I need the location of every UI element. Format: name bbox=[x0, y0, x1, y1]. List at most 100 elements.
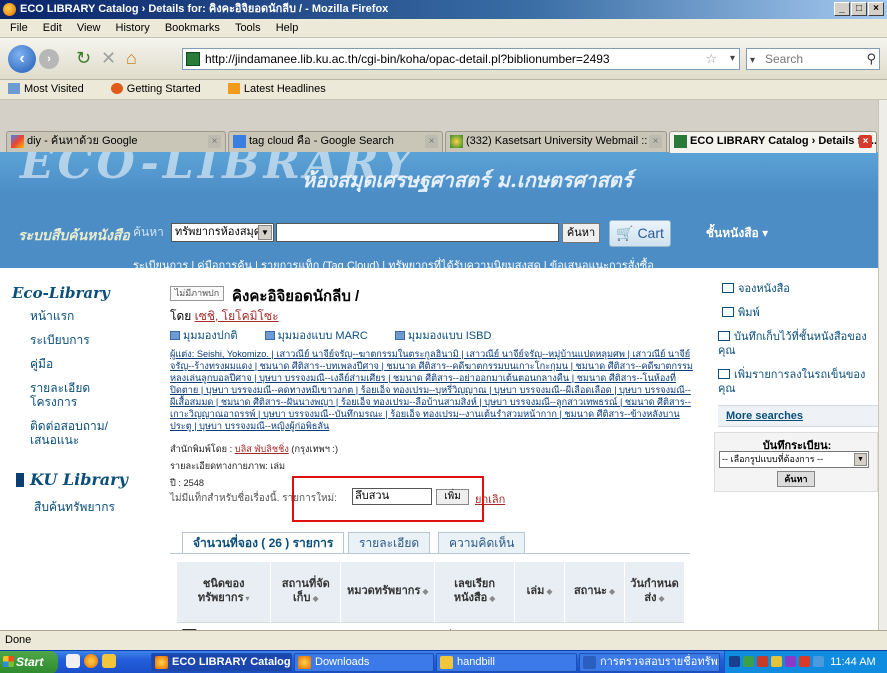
action-save-to-shelf[interactable]: บันทึกเก็บไว้ที่ชั้นหนังสือของคุณ bbox=[714, 330, 878, 358]
leftnav-contact[interactable]: ติดต่อสอบถาม/เสนอแนะ bbox=[30, 419, 122, 447]
tray-icon[interactable] bbox=[729, 656, 740, 667]
view-label: มุมมองแบบ MARC bbox=[277, 330, 368, 342]
tab-webmail[interactable]: (332) Kasetsart University Webmail :: ..… bbox=[445, 131, 667, 152]
tray-icon[interactable] bbox=[771, 656, 782, 667]
column-header[interactable]: เลขเรียกหนังสือ ◆ bbox=[434, 562, 516, 622]
show-desktop-icon[interactable] bbox=[66, 654, 80, 668]
menu-tools[interactable]: Tools bbox=[229, 19, 267, 37]
tray-icon[interactable] bbox=[743, 656, 754, 667]
back-button[interactable]: ‹ bbox=[8, 45, 36, 73]
ku-library-label: KU Library bbox=[30, 470, 128, 489]
tab-label: ECO LIBRARY Catalog › Details fo... bbox=[690, 135, 877, 147]
action-add-to-cart[interactable]: เพิ่มรายการลงในรถเข็นของคุณ bbox=[714, 368, 878, 396]
menu-bookmarks[interactable]: Bookmarks bbox=[159, 19, 226, 37]
header-label: วันกำหนดส่ง bbox=[630, 578, 679, 605]
leftnav-manual[interactable]: คู่มือ bbox=[30, 357, 122, 371]
menu-help[interactable]: Help bbox=[270, 19, 305, 37]
more-searches-link[interactable]: More searches bbox=[726, 410, 803, 422]
status-cell bbox=[564, 621, 625, 630]
taskbar-handbill[interactable]: handbill bbox=[436, 653, 577, 672]
leftnav-regulations[interactable]: ระเบียบการ bbox=[30, 333, 122, 347]
view-isbd[interactable]: มุมมองแบบ ISBD bbox=[394, 330, 504, 342]
start-button[interactable]: Start bbox=[0, 651, 58, 673]
minimize-button[interactable]: _ bbox=[834, 2, 850, 16]
save-format-select[interactable]: -- เลือกรูปแบบที่ต้องการ -- ▼ bbox=[719, 451, 869, 468]
quicklaunch-icon[interactable] bbox=[102, 654, 116, 668]
tab-google-tagcloud[interactable]: tag cloud คือ - Google Search × bbox=[228, 131, 443, 152]
status-bar: Done bbox=[0, 630, 887, 650]
column-header[interactable]: สถานที่จัดเก็บ ◆ bbox=[270, 562, 342, 622]
column-header[interactable]: หมวดทรัพยากร ◆ bbox=[340, 562, 436, 622]
reload-icon[interactable]: ↻ bbox=[76, 48, 91, 68]
url-bar[interactable]: http://jindamanee.lib.ku.ac.th/cgi-bin/k… bbox=[182, 48, 740, 70]
cart-button[interactable]: 🛒 Cart bbox=[609, 220, 671, 247]
view-normal[interactable]: มุมมองปกติ bbox=[170, 330, 250, 342]
shelf-button[interactable]: ชั้นหนังสือ ▾ bbox=[692, 220, 782, 247]
menu-history[interactable]: History bbox=[110, 19, 156, 37]
tab-comments[interactable]: ความคิดเห็น bbox=[438, 532, 526, 554]
tab-google-diy[interactable]: diy - ค้นหาด้วย Google × bbox=[6, 131, 226, 152]
subject-list-text: ผู้แต่ง: Seishi, Yokomizo. | เสาวณีย์ นา… bbox=[170, 349, 693, 431]
view-label: มุมมองแบบ ISBD bbox=[407, 330, 492, 342]
column-header[interactable]: ชนิดของทรัพยากร ▾ bbox=[177, 562, 272, 622]
tab-details[interactable]: รายละเอียด bbox=[348, 532, 431, 554]
action-print[interactable]: พิมพ์ bbox=[722, 306, 878, 320]
close-tab-icon[interactable]: × bbox=[649, 135, 662, 148]
home-icon[interactable]: ⌂ bbox=[126, 48, 137, 68]
url-dropdown-icon[interactable]: ▾ bbox=[730, 49, 735, 69]
forward-button[interactable]: › bbox=[39, 49, 59, 69]
menu-view[interactable]: View bbox=[71, 19, 107, 37]
firefox-quicklaunch-icon[interactable] bbox=[84, 654, 98, 668]
tray-icon[interactable] bbox=[785, 656, 796, 667]
action-label: พิมพ์ bbox=[738, 307, 760, 319]
leftnav-ku-search[interactable]: สืบค้นทรัพยากร bbox=[34, 498, 115, 517]
menu-file[interactable]: File bbox=[4, 19, 34, 37]
bookmark-getting-started[interactable]: Getting Started bbox=[110, 83, 213, 95]
column-header[interactable]: เล่ม ◆ bbox=[514, 562, 566, 622]
save-go-button[interactable]: ค้นหา bbox=[777, 471, 815, 487]
tray-icon[interactable] bbox=[757, 656, 768, 667]
subject-links[interactable]: ผู้แต่ง: Seishi, Yokomizo. | เสาวณีย์ นา… bbox=[170, 348, 696, 432]
search-type-select[interactable]: ทรัพยากรห้องสมุด ▼ bbox=[171, 223, 274, 242]
search-input[interactable]: ▾ Search ⚲ bbox=[746, 48, 880, 70]
publisher-line: สำนักพิมพ์โดย : บลิส พับลิชชิ่ง (กรุงเทพ… bbox=[170, 441, 338, 458]
search-placeholder: Search bbox=[765, 52, 804, 66]
taskbar-eco-library[interactable]: ECO LIBRARY Catalog ... bbox=[151, 653, 292, 672]
column-header[interactable]: วันกำหนดส่ง ◆ bbox=[624, 562, 685, 622]
taskbar-word-doc[interactable]: การตรวจสอบรายชื่อทรัพย... bbox=[579, 653, 720, 672]
vertical-scrollbar[interactable] bbox=[878, 100, 887, 630]
author-link[interactable]: เซชิ, โยโคมิโซะ bbox=[195, 309, 279, 323]
action-place-hold[interactable]: จองหนังสือ bbox=[722, 282, 878, 296]
tray-icon[interactable] bbox=[799, 656, 810, 667]
bookmark-label: Latest Headlines bbox=[243, 83, 326, 95]
leftnav-home[interactable]: หน้าแรก bbox=[30, 309, 122, 323]
close-button[interactable]: × bbox=[868, 2, 884, 16]
close-tab-icon[interactable]: × bbox=[425, 135, 438, 148]
bookmark-latest-headlines[interactable]: Latest Headlines bbox=[227, 83, 338, 95]
maximize-button[interactable]: □ bbox=[851, 2, 867, 16]
taskbar-downloads[interactable]: Downloads bbox=[294, 653, 434, 672]
tab-holdings[interactable]: จำนวนที่จอง ( 26 ) รายการ bbox=[182, 532, 345, 554]
location-cell bbox=[270, 621, 341, 630]
catalog-search-input[interactable] bbox=[276, 223, 559, 242]
search-engine-icon[interactable]: ▾ bbox=[750, 51, 755, 71]
stop-icon[interactable]: ✕ bbox=[101, 48, 116, 68]
bookmarks-toolbar: Most Visited Getting Started Latest Head… bbox=[0, 80, 887, 100]
tray-icon[interactable] bbox=[813, 656, 824, 667]
bookmark-star-icon[interactable]: ☆ bbox=[705, 49, 717, 69]
publisher-link[interactable]: บลิส พับลิชชิ่ง bbox=[235, 444, 289, 454]
bookmark-most-visited[interactable]: Most Visited bbox=[8, 83, 96, 95]
tab-eco-library[interactable]: ECO LIBRARY Catalog › Details fo... × bbox=[669, 131, 877, 153]
view-marc[interactable]: มุมมองแบบ MARC bbox=[264, 330, 380, 342]
page-title: คิงคะอิจิยอดนักลีบ / bbox=[232, 288, 360, 305]
close-tab-icon[interactable]: × bbox=[208, 135, 221, 148]
close-tab-icon[interactable]: × bbox=[859, 135, 872, 148]
column-header[interactable]: สถานะ ◆ bbox=[564, 562, 625, 622]
top-navigation[interactable]: ระเบียนการ | คู่มือการค้น | รายการแท็ก (… bbox=[133, 256, 654, 274]
leftnav-project-details[interactable]: รายละเอียดโครงการ bbox=[30, 381, 122, 409]
search-icon[interactable]: ⚲ bbox=[866, 49, 876, 69]
save-format-value: -- เลือกรูปแบบที่ต้องการ -- bbox=[722, 454, 824, 464]
google-icon bbox=[11, 135, 24, 148]
menu-edit[interactable]: Edit bbox=[37, 19, 68, 37]
catalog-search-button[interactable]: ค้นหา bbox=[562, 223, 600, 243]
